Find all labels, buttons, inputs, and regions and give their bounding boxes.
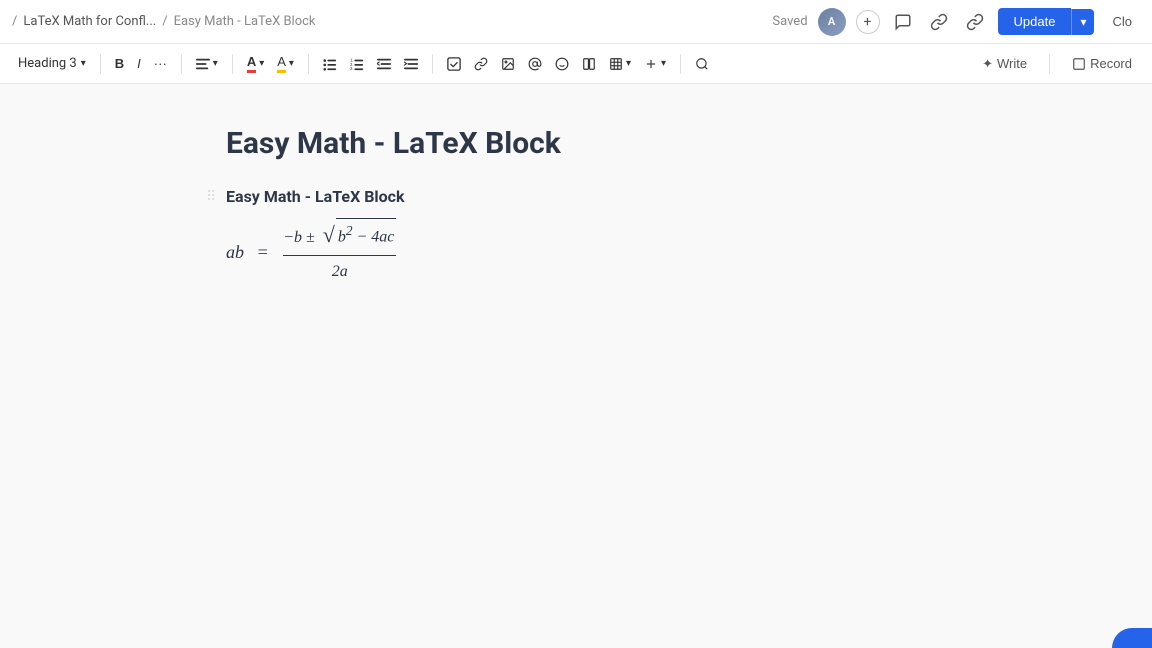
emoji-button[interactable] (549, 53, 575, 75)
link-insert-button[interactable] (468, 53, 494, 75)
saved-status: Saved (772, 14, 807, 29)
toolbar-right: ✦ Write Record (974, 52, 1140, 76)
add-collaborator-button[interactable]: + (856, 10, 880, 34)
formula-equals: = (252, 236, 273, 268)
breadcrumb-current: Easy Math - LaTeX Block (174, 14, 316, 29)
text-color-button[interactable]: A ▾ (241, 50, 270, 77)
info-button[interactable] (926, 9, 952, 35)
comment-button[interactable] (890, 9, 916, 35)
highlight-button[interactable]: A ▾ (271, 50, 300, 77)
avatar[interactable]: A (818, 8, 846, 36)
sqrt-content: b2 − 4ac (336, 218, 397, 252)
formula-ab: ab (226, 236, 244, 268)
heading-dropdown-icon: ▾ (81, 58, 86, 69)
heading-selector[interactable]: Heading 3 ▾ (12, 52, 92, 75)
latex-formula: ab = −b ± √ b2 − 4ac (226, 214, 926, 291)
bold-button[interactable]: B (109, 52, 130, 75)
write-icon: ✦ (982, 56, 993, 72)
record-label: Record (1090, 56, 1132, 71)
sep1 (100, 54, 101, 74)
list-group: 1. 2. 3. (317, 53, 424, 75)
breadcrumb: / LaTeX Math for Confl... / Easy Math - … (12, 14, 316, 29)
bullet-list-button[interactable] (317, 53, 343, 75)
breadcrumb-parent[interactable]: LaTeX Math for Confl... (23, 14, 156, 29)
insert-more-button[interactable]: ▾ (638, 53, 672, 75)
block-heading: Easy Math - LaTeX Block (226, 187, 926, 206)
svg-text:3.: 3. (350, 66, 354, 71)
fraction-numerator: −b ± √ b2 − 4ac (283, 218, 396, 256)
heading-group: Heading 3 ▾ (12, 52, 92, 75)
nav-right: Saved A + Update ▾ Cl (772, 8, 1140, 36)
search-toolbar-button[interactable] (689, 53, 715, 75)
sep5 (432, 54, 433, 74)
more-format-button[interactable]: ··· (148, 52, 173, 75)
columns-button[interactable] (576, 53, 602, 75)
sep2 (181, 54, 182, 74)
image-button[interactable] (495, 53, 521, 75)
record-button[interactable]: Record (1064, 52, 1140, 75)
sep4 (308, 54, 309, 74)
link-button[interactable] (962, 9, 988, 35)
mention-button[interactable] (522, 53, 548, 75)
table-button[interactable]: ▾ (603, 53, 637, 75)
insert-group: ▾ ▾ (441, 53, 672, 75)
close-button[interactable]: Clo (1104, 10, 1140, 33)
top-nav: / LaTeX Math for Confl... / Easy Math - … (0, 0, 1152, 44)
block-container: ⠿ Easy Math - LaTeX Block ab = −b ± √ (226, 187, 926, 291)
fraction-denominator: 2a (332, 256, 348, 287)
indent-increase-button[interactable] (398, 53, 424, 75)
heading-label: Heading 3 (18, 56, 77, 71)
update-button-group: Update ▾ (998, 8, 1095, 35)
sep7 (1049, 54, 1050, 74)
breadcrumb-separator: / (12, 14, 17, 29)
align-button[interactable]: ▾ (190, 53, 224, 75)
content-area: Easy Math - LaTeX Block ⠿ Easy Math - La… (0, 84, 1152, 648)
format-group: B I ··· (109, 52, 173, 75)
sep6 (680, 54, 681, 74)
page-title[interactable]: Easy Math - LaTeX Block (226, 124, 926, 163)
indent-decrease-button[interactable] (371, 53, 397, 75)
italic-button[interactable]: I (131, 52, 147, 75)
editor-wrapper: Easy Math - LaTeX Block ⠿ Easy Math - La… (226, 124, 926, 608)
update-button[interactable]: Update (998, 8, 1072, 35)
ordered-list-button[interactable]: 1. 2. 3. (344, 53, 370, 75)
formula-display: ab = −b ± √ b2 − 4ac (226, 218, 926, 287)
sep3 (232, 54, 233, 74)
fraction: −b ± √ b2 − 4ac 2a (283, 218, 396, 287)
write-button[interactable]: ✦ Write (974, 52, 1035, 76)
toolbar: Heading 3 ▾ B I ··· ▾ A ▾ (0, 44, 1152, 84)
block-content: Easy Math - LaTeX Block ab = −b ± √ (226, 187, 926, 291)
sqrt-wrapper: √ b2 − 4ac (323, 218, 397, 252)
align-group: ▾ (190, 53, 224, 75)
sqrt-symbol: √ (323, 224, 335, 246)
task-list-button[interactable] (441, 53, 467, 75)
write-label: Write (997, 56, 1027, 71)
breadcrumb-separator2: / (162, 14, 167, 29)
drag-handle-icon[interactable]: ⠿ (206, 189, 216, 205)
update-dropdown-button[interactable]: ▾ (1071, 9, 1094, 35)
color-group: A ▾ A ▾ (241, 50, 300, 77)
